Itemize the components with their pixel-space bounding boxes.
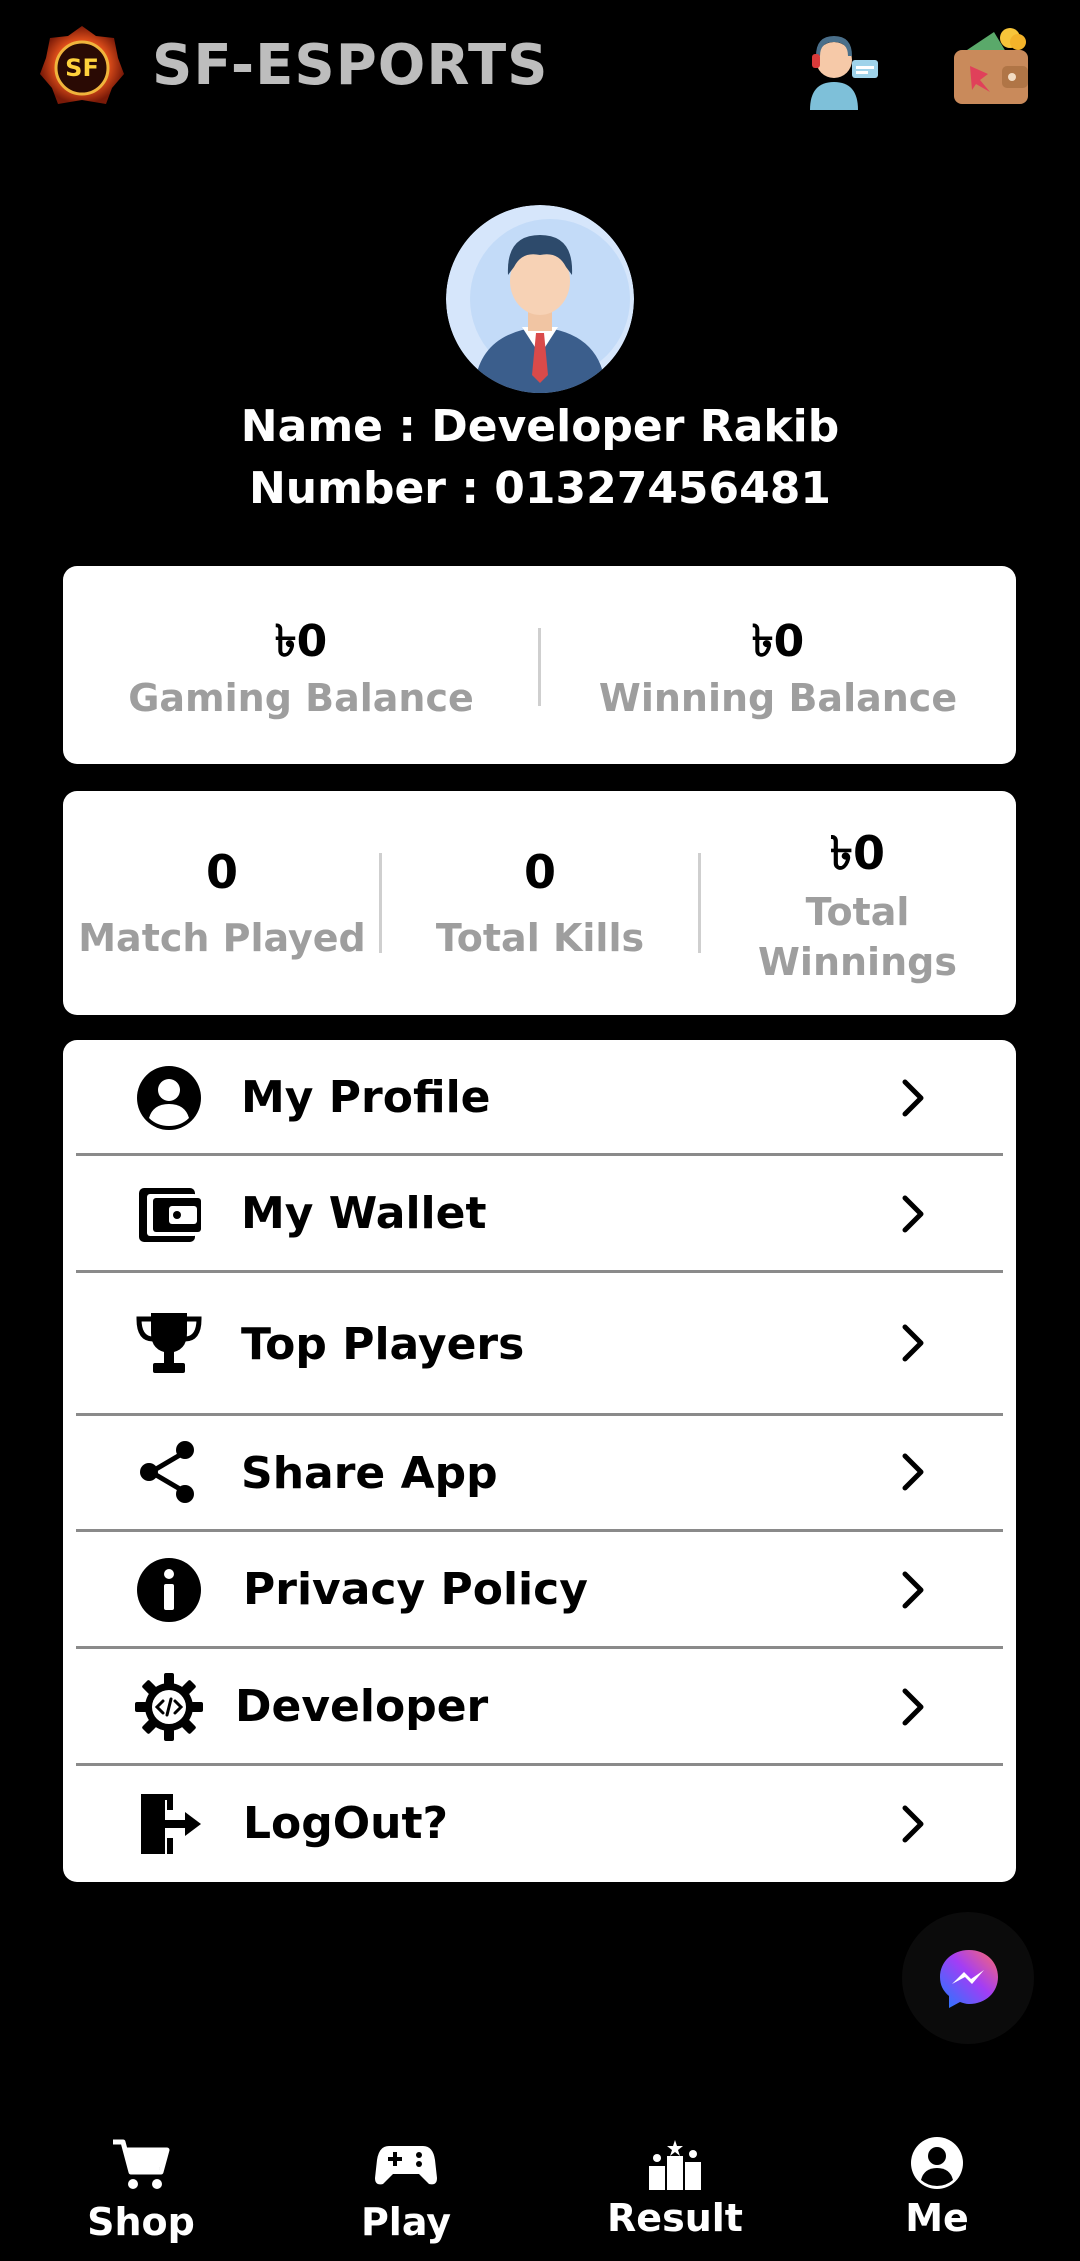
total-kills-value: 0 <box>523 845 556 899</box>
match-played-stat: 0 Match Played <box>63 791 381 1015</box>
menu-label: Top Players <box>241 1319 525 1370</box>
menu-item-privacy-policy[interactable]: Privacy Policy <box>63 1532 1016 1647</box>
total-winnings-value: ৳0 <box>830 826 885 880</box>
user-info: Name : Developer Rakib Number : 01327456… <box>0 396 1080 520</box>
winning-balance: ৳0 Winning Balance <box>540 566 1016 764</box>
logout-icon <box>141 1794 201 1854</box>
total-kills-label: Total Kills <box>435 916 645 960</box>
messenger-icon <box>940 1950 998 2008</box>
share-icon <box>140 1441 194 1503</box>
app-title: SF-ESPORTS <box>152 33 549 98</box>
menu-card: My Profile My Wallet Top Players Share A… <box>63 1040 1016 1882</box>
chevron-right-icon <box>902 1805 924 1843</box>
trophy-icon <box>136 1313 202 1373</box>
chevron-right-icon <box>902 1571 924 1609</box>
chevron-right-icon <box>902 1324 924 1362</box>
match-played-label: Match Played <box>78 916 366 960</box>
nav-tab-result[interactable]: Result <box>594 2120 756 2261</box>
chevron-right-icon <box>902 1688 924 1726</box>
stats-card: 0 Match Played 0 Total Kills ৳0 Total Wi… <box>63 791 1016 1015</box>
podium-icon <box>649 2140 701 2190</box>
nav-label: Me <box>905 2196 969 2240</box>
wallet-icon[interactable] <box>950 26 1032 108</box>
user-circle-icon <box>137 1066 201 1130</box>
menu-item-share-app[interactable]: Share App <box>63 1416 1016 1531</box>
total-winnings-stat: ৳0 Total Winnings <box>699 791 1016 1015</box>
menu-label: My Wallet <box>241 1188 487 1239</box>
app-header: SF SF-ESPORTS <box>0 0 1080 135</box>
gaming-balance: ৳0 Gaming Balance <box>63 566 539 764</box>
chevron-right-icon <box>902 1079 924 1117</box>
cart-icon <box>113 2139 170 2189</box>
nav-label: Result <box>607 2196 743 2240</box>
user-icon <box>911 2137 963 2189</box>
gamepad-icon <box>375 2146 437 2185</box>
menu-item-logout[interactable]: LogOut? <box>63 1766 1016 1882</box>
chevron-right-icon <box>902 1195 924 1233</box>
gaming-balance-label: Gaming Balance <box>128 676 474 720</box>
menu-label: Privacy Policy <box>243 1564 588 1615</box>
menu-item-top-players[interactable]: Top Players <box>63 1273 1016 1413</box>
messenger-chat-button[interactable] <box>902 1912 1034 2044</box>
user-name: Name : Developer Rakib <box>240 401 840 452</box>
nav-label: Shop <box>87 2200 195 2244</box>
menu-item-my-profile[interactable]: My Profile <box>63 1040 1016 1155</box>
menu-label: My Profile <box>241 1072 491 1123</box>
total-kills-stat: 0 Total Kills <box>381 791 699 1015</box>
info-icon <box>137 1558 201 1622</box>
total-winnings-label-line2: Winnings <box>758 940 957 984</box>
menu-label: LogOut? <box>243 1798 449 1849</box>
winning-balance-amount: ৳0 <box>751 616 805 667</box>
bottom-nav: Shop Play Result Me <box>0 2120 1080 2261</box>
menu-item-developer[interactable]: Developer <box>63 1649 1016 1764</box>
menu-item-my-wallet[interactable]: My Wallet <box>63 1156 1016 1271</box>
winning-balance-label: Winning Balance <box>598 676 958 720</box>
chevron-right-icon <box>902 1453 924 1491</box>
balance-card: ৳0 Gaming Balance ৳0 Winning Balance <box>63 566 1016 764</box>
nav-tab-me[interactable]: Me <box>856 2120 1018 2261</box>
developer-gear-icon <box>135 1673 203 1741</box>
nav-tab-play[interactable]: Play <box>325 2120 487 2261</box>
menu-label: Developer <box>235 1681 489 1732</box>
match-played-value: 0 <box>205 845 238 899</box>
logo-text: SF <box>65 54 99 82</box>
nav-tab-shop[interactable]: Shop <box>60 2120 222 2261</box>
total-winnings-label-line1: Total <box>805 890 910 934</box>
gaming-balance-amount: ৳0 <box>274 616 328 667</box>
user-number: Number : 01327456481 <box>248 463 832 514</box>
logo-icon: SF <box>40 26 124 104</box>
menu-label: Share App <box>241 1448 498 1499</box>
avatar <box>446 205 634 393</box>
nav-label: Play <box>360 2200 452 2244</box>
support-icon[interactable] <box>800 26 884 110</box>
wallet-icon <box>139 1188 201 1242</box>
